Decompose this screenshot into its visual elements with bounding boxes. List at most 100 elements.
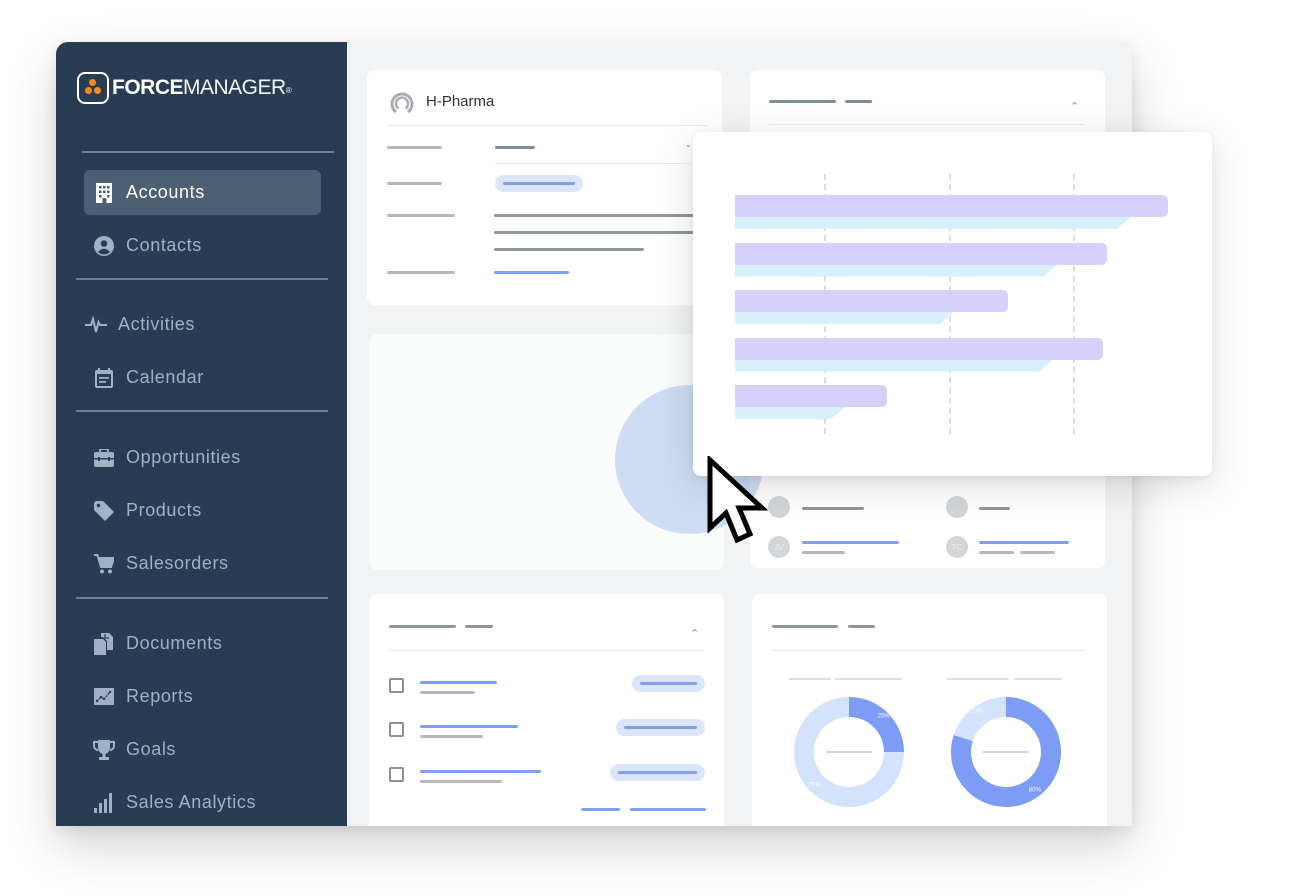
bar-chart-icon xyxy=(93,792,115,814)
contact-detail-placeholder xyxy=(1020,551,1055,554)
donut-slice[interactable] xyxy=(849,697,904,752)
calendar-icon xyxy=(93,367,115,389)
bar-secondary xyxy=(735,215,1133,229)
cart-icon xyxy=(93,553,115,575)
sidebar-item-goals[interactable]: Goals xyxy=(84,727,321,772)
horizontal-bar-chart xyxy=(693,132,1212,476)
sidebar-item-activities[interactable]: Activities xyxy=(76,302,313,347)
briefcase-icon xyxy=(93,447,115,469)
card-divider xyxy=(387,125,707,126)
sidebar-item-label: Salesorders xyxy=(126,553,229,573)
tag-icon xyxy=(93,500,115,522)
avatar xyxy=(946,496,968,518)
sidebar-item-products[interactable]: Products xyxy=(84,488,321,533)
task-title-placeholder[interactable] xyxy=(420,681,497,684)
donut-center-label-placeholder xyxy=(826,751,872,753)
field-underline xyxy=(495,163,710,164)
donut-slice-label: 25% xyxy=(878,713,891,719)
sidebar-item-opportunities[interactable]: Opportunities xyxy=(84,435,321,480)
sidebar-item-label: Documents xyxy=(126,633,223,653)
task-detail-placeholder xyxy=(420,780,502,783)
task-detail-placeholder xyxy=(420,735,483,738)
text-line-placeholder xyxy=(494,248,644,251)
text-line-placeholder xyxy=(494,231,709,234)
company-logo-icon xyxy=(389,90,415,121)
sidebar-item-label: Sales Analytics xyxy=(126,792,257,812)
card-subtitle-placeholder xyxy=(848,625,875,628)
dropdown-chevron-icon[interactable]: ⌄ xyxy=(685,140,692,149)
sidebar-item-label: Products xyxy=(126,500,202,520)
sidebar-item-label: Contacts xyxy=(126,235,202,255)
tasks-card: ⌃ xyxy=(369,594,724,826)
bar-primary[interactable] xyxy=(735,337,1104,360)
sidebar-item-documents[interactable]: Documents xyxy=(84,621,321,666)
task-date-chip[interactable] xyxy=(632,675,705,692)
sidebar-item-contacts[interactable]: Contacts xyxy=(84,223,321,268)
card-divider xyxy=(772,650,1086,651)
see-more-link[interactable] xyxy=(581,808,620,811)
sidebar-divider xyxy=(76,410,328,412)
donut-label-placeholder xyxy=(835,678,902,680)
link-placeholder[interactable] xyxy=(494,271,569,274)
contact-link-placeholder[interactable] xyxy=(802,541,899,544)
task-title-placeholder[interactable] xyxy=(420,725,518,728)
bar-secondary xyxy=(735,263,1060,277)
sidebar: FORCEMANAGER® Accounts Contacts Activiti… xyxy=(56,42,347,826)
collapse-chevron-up-icon[interactable]: ⌃ xyxy=(1070,100,1079,113)
logo-text: FORCEMANAGER® xyxy=(112,76,292,99)
bar-chart-popup xyxy=(693,132,1212,476)
sidebar-item-accounts[interactable]: Accounts xyxy=(84,170,321,215)
card-title-placeholder xyxy=(769,100,836,103)
sidebar-item-calendar[interactable]: Calendar xyxy=(84,355,321,400)
donut-charts-card: 25% 75% 80% 20% xyxy=(752,594,1107,826)
bar-secondary xyxy=(735,310,956,324)
bar-primary[interactable] xyxy=(735,385,887,407)
pulse-icon xyxy=(85,314,107,336)
bar-primary[interactable] xyxy=(735,242,1108,265)
donut-chart-1[interactable]: 25% 75% xyxy=(793,696,905,808)
field-value-placeholder[interactable] xyxy=(495,146,535,149)
task-checkbox[interactable] xyxy=(389,767,404,782)
sidebar-item-label: Opportunities xyxy=(126,447,241,467)
contact-detail-placeholder xyxy=(802,551,845,554)
bar-primary[interactable] xyxy=(735,290,1008,312)
brand-logo[interactable]: FORCEMANAGER® xyxy=(77,72,292,104)
donut-slice-label: 80% xyxy=(1029,788,1042,794)
task-title-placeholder[interactable] xyxy=(420,770,541,773)
contact-name-placeholder xyxy=(802,507,864,510)
account-title: H-Pharma xyxy=(426,93,495,110)
task-checkbox[interactable] xyxy=(389,722,404,737)
task-date-chip[interactable] xyxy=(610,764,705,781)
text-line-placeholder xyxy=(494,214,709,217)
donut-slice[interactable] xyxy=(953,697,1006,742)
task-detail-placeholder xyxy=(420,691,475,694)
collapse-chevron-up-icon[interactable]: ⌃ xyxy=(690,627,699,640)
account-detail-card: H-Pharma ⌄ xyxy=(367,70,722,305)
donut-label-placeholder xyxy=(947,678,1009,680)
sidebar-item-label: Goals xyxy=(126,739,177,759)
field-label-placeholder xyxy=(387,271,455,274)
contact-link-placeholder[interactable] xyxy=(979,541,1069,544)
card-subtitle-placeholder xyxy=(845,100,872,103)
card-subtitle-placeholder xyxy=(465,625,493,628)
status-chip[interactable] xyxy=(495,175,583,192)
field-label-placeholder xyxy=(387,182,442,185)
mouse-pointer-icon xyxy=(707,456,769,544)
donut-center-label-placeholder xyxy=(983,751,1029,753)
donut-label-placeholder xyxy=(1014,678,1062,680)
sidebar-item-sales-analytics[interactable]: Sales Analytics xyxy=(84,780,321,825)
contact-detail-placeholder xyxy=(979,551,1014,554)
card-title-placeholder xyxy=(772,625,838,628)
task-date-chip[interactable] xyxy=(616,719,705,736)
sidebar-item-reports[interactable]: Reports xyxy=(84,674,321,719)
sidebar-item-salesorders[interactable]: Salesorders xyxy=(84,541,321,586)
bar-primary[interactable] xyxy=(735,195,1168,217)
donut-chart-2[interactable]: 80% 20% xyxy=(950,696,1062,808)
account-circle-icon xyxy=(93,235,115,257)
add-task-link[interactable] xyxy=(630,808,706,811)
task-checkbox[interactable] xyxy=(389,678,404,693)
field-label-placeholder xyxy=(387,214,455,217)
sidebar-divider xyxy=(76,597,328,599)
donut-slice-label: 75% xyxy=(808,783,821,789)
trophy-icon xyxy=(93,739,115,761)
